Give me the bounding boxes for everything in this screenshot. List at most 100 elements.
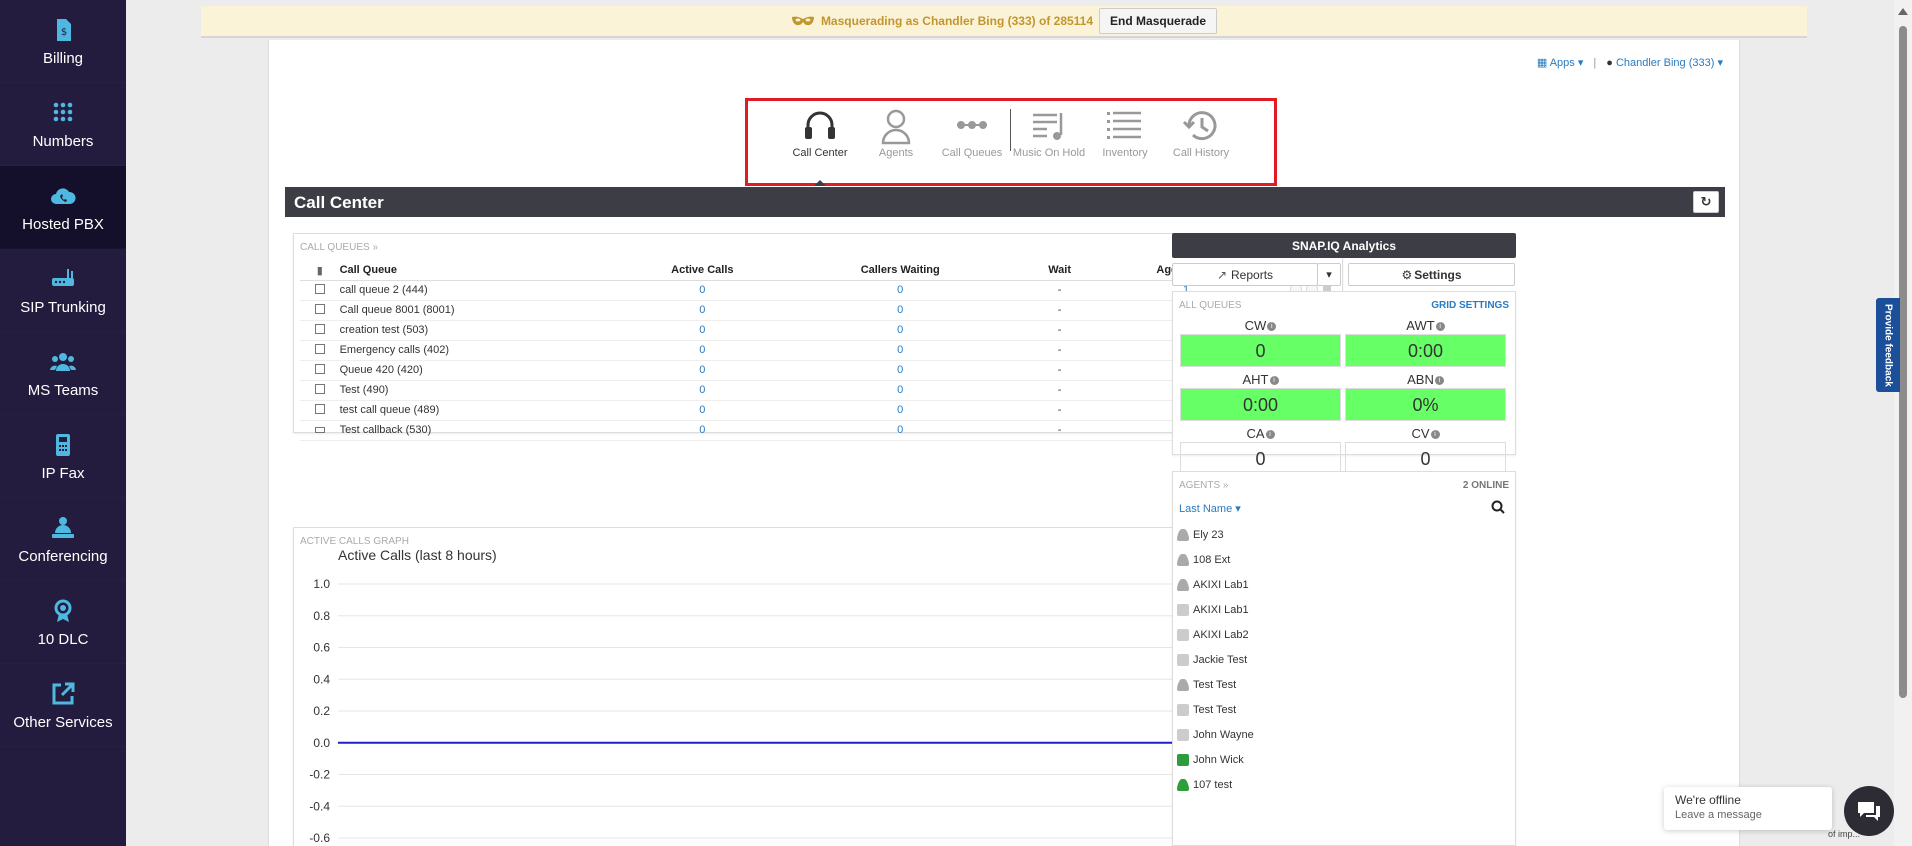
metric-abn[interactable]: ABN i 0% [1345,372,1506,421]
active-calls[interactable]: 0 [603,340,802,361]
col-wait[interactable]: Wait [999,261,1121,281]
end-masquerade-button[interactable]: End Masquerade [1099,8,1218,34]
table-row[interactable]: Test callback (530)00-1 [300,420,1318,441]
list-item[interactable]: Jackie Test [1177,647,1254,672]
active-calls[interactable]: 0 [603,320,802,341]
metric-ca[interactable]: CA i 0 [1180,426,1341,475]
nav-ms-teams[interactable]: MS Teams [0,332,126,415]
info-icon[interactable]: i [1265,430,1275,440]
scroll-thumb[interactable] [1899,26,1907,698]
nav-conferencing[interactable]: Conferencing [0,498,126,581]
list-item[interactable]: 108 Ext [1177,547,1254,572]
list-item[interactable]: AKIXI Lab1 [1177,572,1254,597]
settings-button[interactable]: ⚙ Settings [1348,263,1515,286]
callers-waiting[interactable]: 0 [801,360,1000,381]
callers-waiting[interactable]: 0 [801,420,1000,441]
list-item[interactable]: John Wayne [1177,722,1254,747]
search-icon[interactable] [1491,500,1505,514]
tab-call-history[interactable]: Call History [1163,101,1239,183]
tab-music-on-hold[interactable]: Music On Hold [1011,101,1087,183]
col-callers-waiting[interactable]: Callers Waiting [801,261,1000,281]
queue-name[interactable]: Test callback (530) [339,420,604,441]
col-call-queue[interactable]: Call Queue [339,261,604,281]
queue-name[interactable]: test call queue (489) [339,400,604,421]
nav-numbers[interactable]: Numbers [0,83,126,166]
metric-cw[interactable]: CW i 0 [1180,318,1341,367]
queue-name[interactable]: Call queue 8001 (8001) [339,300,604,321]
queue-name[interactable]: Emergency calls (402) [339,340,604,361]
active-calls[interactable]: 0 [603,380,802,401]
apps-menu[interactable]: ▦ Apps ▾ [1537,56,1584,69]
chat-widget[interactable]: We're offline Leave a message [1664,787,1832,830]
col-active-calls[interactable]: Active Calls [603,261,802,281]
table-row[interactable]: test call queue (489)00-0 [300,400,1318,421]
callers-waiting[interactable]: 0 [801,300,1000,321]
reports-dropdown-toggle[interactable]: ▾ [1317,263,1341,286]
nav-hosted-pbx[interactable]: Hosted PBX [0,166,126,249]
queue-name[interactable]: Queue 420 (420) [339,360,604,381]
table-row[interactable]: Test (490)00-0 [300,380,1318,401]
grid-settings-link[interactable]: GRID SETTINGS [1431,300,1509,311]
queue-name[interactable]: creation test (503) [339,320,604,341]
nav-billing[interactable]: $ Billing [0,0,126,83]
active-calls[interactable]: 0 [603,280,802,301]
list-item[interactable]: AKIXI Lab2 [1177,622,1254,647]
tab-call-queues[interactable]: Call Queues [934,101,1010,183]
reports-button[interactable]: ↗ Reports [1172,263,1318,286]
scroll-up-icon[interactable] [1898,8,1908,15]
info-icon[interactable]: i [1430,430,1440,440]
info-icon[interactable]: i [1434,376,1444,386]
tab-inventory[interactable]: Inventory [1087,101,1163,183]
row-checkbox[interactable] [314,403,325,414]
active-calls[interactable]: 0 [603,360,802,381]
table-row[interactable]: Emergency calls (402)00-1 [300,340,1318,361]
list-item[interactable]: Test Test [1177,672,1254,697]
row-checkbox[interactable] [314,363,325,374]
callers-waiting[interactable]: 0 [801,340,1000,361]
tab-agents[interactable]: Agents [858,101,934,183]
list-item[interactable]: AKIXI Lab1 [1177,597,1254,622]
user-menu[interactable]: ● Chandler Bing (333) ▾ [1606,56,1723,69]
table-row[interactable]: call queue 2 (444) 0 0-1 [300,280,1318,301]
metric-awt[interactable]: AWT i 0:00 [1345,318,1506,367]
row-checkbox[interactable] [314,427,325,433]
nav-other-services[interactable]: Other Services [0,664,126,747]
snap-iq-analytics-button[interactable]: SNAP.IQ Analytics [1172,233,1516,258]
nav-sip-trunking[interactable]: SIP Trunking [0,249,126,332]
metric-aht[interactable]: AHT i 0:00 [1180,372,1341,421]
queue-name[interactable]: Test (490) [339,380,604,401]
callers-waiting[interactable]: 0 [801,320,1000,341]
callers-waiting[interactable]: 0 [801,380,1000,401]
active-calls[interactable]: 0 [603,400,802,421]
nav-ip-fax[interactable]: IP Fax [0,415,126,498]
list-item[interactable]: Test Test [1177,697,1254,722]
nav-10-dlc[interactable]: 10 DLC [0,581,126,664]
active-calls[interactable]: 0 [603,420,802,441]
row-checkbox[interactable] [314,323,325,334]
info-icon[interactable]: i [1269,376,1279,386]
sort-dropdown[interactable]: Last Name ▾ [1179,502,1241,515]
info-icon[interactable]: i [1435,322,1445,332]
table-row[interactable]: Queue 420 (420)00-0 [300,360,1318,381]
list-item[interactable]: Ely 23 [1177,522,1254,547]
metric-cv[interactable]: CV i 0 [1345,426,1506,475]
row-checkbox[interactable] [314,303,325,314]
list-item[interactable]: John Wick [1177,747,1254,772]
agents-heading[interactable]: AGENTS » [1179,480,1228,491]
table-row[interactable]: creation test (503)00-0 [300,320,1318,341]
queue-name[interactable]: call queue 2 (444) [339,280,604,301]
callers-waiting[interactable]: 0 [801,280,1000,301]
refresh-button[interactable]: ↻ [1693,191,1719,213]
row-checkbox[interactable] [314,283,325,294]
info-icon[interactable]: i [1267,322,1277,332]
row-checkbox[interactable] [314,383,325,394]
column-chooser[interactable]: ▮ [300,261,340,281]
active-calls[interactable]: 0 [603,300,802,321]
tab-call-center[interactable]: Call Center [782,101,858,186]
page-scrollbar[interactable] [1894,0,1912,846]
row-checkbox[interactable] [314,343,325,354]
table-row[interactable]: Call queue 8001 (8001)00-0 [300,300,1318,321]
list-item[interactable]: 107 test [1177,772,1254,797]
provide-feedback-tab[interactable]: Provide feedback [1876,298,1900,392]
callers-waiting[interactable]: 0 [801,400,1000,421]
